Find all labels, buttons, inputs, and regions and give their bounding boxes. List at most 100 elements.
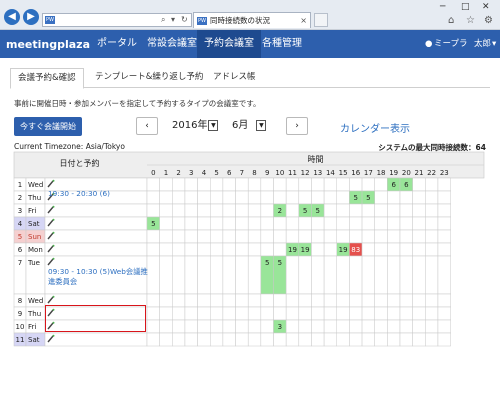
hour-cell [361,255,375,295]
hour-cell [146,306,160,321]
reservation-cell [44,216,148,231]
weekday-label: Fri [28,323,36,331]
hour-cell [425,203,439,218]
hour-cell [222,216,236,231]
hour-cell [146,293,160,308]
hour-cell [298,319,312,334]
hour-cell [336,190,350,205]
hour-cell [361,332,375,347]
hour-cell [172,216,186,231]
hour-cell [210,306,224,321]
reservation-cell [44,242,148,257]
hour-cell [197,229,211,244]
hour-cell [285,319,300,334]
hour-cell [273,177,287,192]
hour-label: 14 [326,169,335,177]
hour-cell [210,332,224,347]
hour-cell [273,332,287,347]
hour-cell [285,229,300,244]
day-number: 6 [18,246,23,254]
hour-cell [273,216,287,231]
hour-cell [399,306,413,321]
hour-cell [311,319,325,334]
hour-cell [412,216,426,231]
hour-cell [349,229,363,244]
hour-label: 3 [189,169,193,177]
weekday-label: Thu [27,194,41,202]
hour-cell [210,293,224,308]
hour-cell [159,190,173,205]
hour-cell [323,306,338,321]
hour-cell [437,203,451,218]
hour-label: 8 [252,169,256,177]
hour-cell [387,293,401,308]
hour-cell [260,319,274,334]
hour-cell [146,242,160,257]
hour-cell [210,229,224,244]
hour-cell [197,306,211,321]
hour-cell [349,332,363,347]
hour-cell [412,242,426,257]
day-number: 5 [18,233,22,241]
hour-cell [387,190,401,205]
hour-cell [285,255,300,295]
hour-cell [285,177,300,192]
hour-cell [235,203,249,218]
hour-cell [222,319,236,334]
hour-cell [247,242,262,257]
hour-cell [323,216,338,231]
hour-cell [247,306,262,321]
hour-cell [412,255,426,295]
usage-count: 6 [391,181,396,189]
hour-cell [387,332,401,347]
reservation-link[interactable]: 19:30 - 20:30 (6) [48,189,110,199]
usage-count: 19 [288,246,297,254]
hour-cell [210,319,224,334]
hour-cell [210,190,224,205]
hour-cell [437,255,451,295]
hour-cell [184,177,198,192]
hour-cell [184,203,198,218]
hour-cell [399,332,413,347]
usage-count: 5 [265,259,269,267]
hour-cell [298,216,312,231]
hour-cell [311,332,325,347]
pencil-tip-icon [52,334,55,337]
hour-cell [412,229,426,244]
hour-cell [387,242,401,257]
hour-cell [260,306,274,321]
day-number: 7 [18,259,22,267]
hour-cell [172,255,186,295]
hour-cell [374,203,388,218]
hour-cell [222,255,236,295]
highlight-box [45,305,146,332]
hour-cell [323,203,338,218]
day-number: 4 [18,220,23,228]
hour-cell [387,203,401,218]
hour-cell [235,177,249,192]
reservation-line: 09:30 - 10:30 (5)Web会議推 [48,267,148,276]
hour-cell [374,332,388,347]
usage-count: 19 [301,246,310,254]
hour-label: 5 [214,169,218,177]
reservation-cell [44,203,148,218]
hour-cell [298,229,312,244]
hour-cell [184,255,198,295]
hour-cell [437,229,451,244]
hour-cell [235,216,249,231]
hour-cell [399,255,413,295]
reservation-link[interactable]: 09:30 - 10:30 (5)Web会議推 進委員会 [48,267,148,287]
hour-cell [247,229,262,244]
usage-count: 5 [353,194,357,202]
hour-cell [336,216,350,231]
hour-cell [437,332,451,347]
header-day: 日付と予約 [60,158,100,168]
hour-cell [361,306,375,321]
hour-cell [437,306,451,321]
hour-cell [159,332,173,347]
hour-cell [172,229,186,244]
weekday-label: Sat [28,220,40,228]
hour-label: 0 [151,169,155,177]
hour-cell [374,229,388,244]
hour-cell [210,242,224,257]
